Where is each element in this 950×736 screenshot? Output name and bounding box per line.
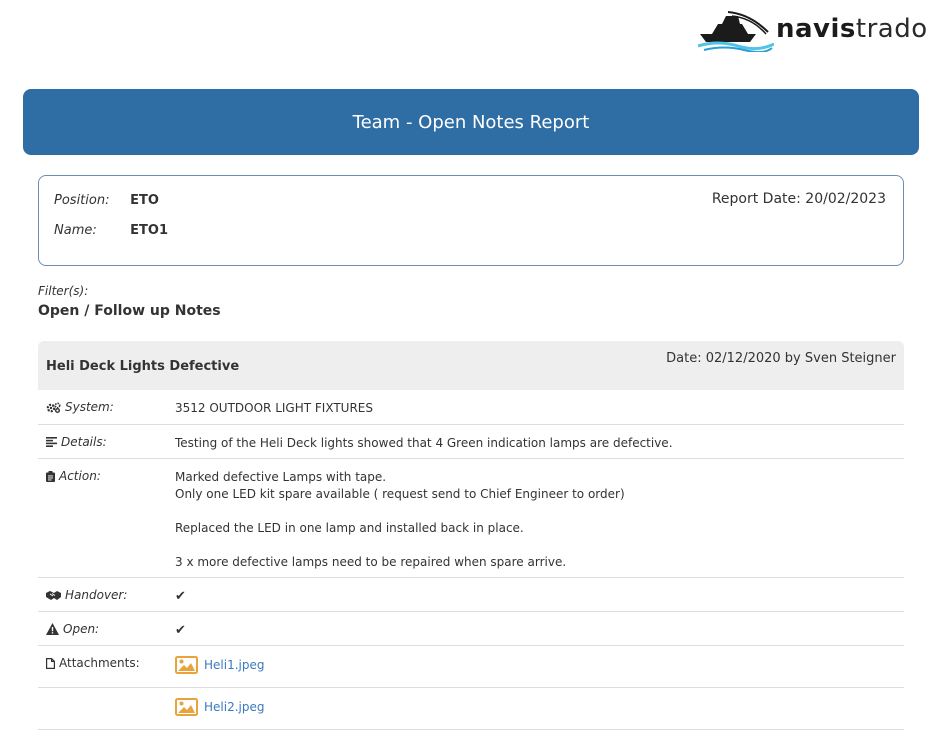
filter-value: Open / Follow up Notes xyxy=(38,303,221,319)
action-line: Only one LED kit spare available ( reque… xyxy=(175,487,625,501)
attachment-link[interactable]: Heli1.jpeg xyxy=(204,657,264,674)
file-icon xyxy=(46,657,55,669)
clipboard-icon xyxy=(46,470,55,482)
filter-label: Filter(s): xyxy=(38,284,89,298)
report-title: Team - Open Notes Report xyxy=(352,111,590,133)
name-value: ETO1 xyxy=(130,223,168,238)
details-value: Testing of the Heli Deck lights showed t… xyxy=(175,436,673,450)
report-info-box: Position: ETO Name: ETO1 Report Date: 20… xyxy=(38,175,904,266)
details-label: Details: xyxy=(61,435,107,449)
image-icon xyxy=(175,698,198,716)
system-label-cell: System: xyxy=(46,400,114,414)
attachments-label-cell: Attachments: xyxy=(46,656,140,670)
action-value: Marked defective Lamps with tape. Only o… xyxy=(175,469,625,571)
attachments-row: Attachments: Heli1.jpeg xyxy=(38,646,904,688)
image-icon xyxy=(175,656,198,674)
attachment-item[interactable]: Heli1.jpeg xyxy=(175,656,264,674)
system-label: System: xyxy=(65,400,114,414)
name-row: Name: ETO1 xyxy=(54,223,168,238)
system-row: System: 3512 OUTDOOR LIGHT FIXTURES xyxy=(38,390,904,425)
handshake-icon xyxy=(46,590,61,600)
gears-icon xyxy=(46,401,61,413)
report-date: Report Date: 20/02/2023 xyxy=(711,191,886,207)
handover-check-icon: ✔ xyxy=(175,589,186,604)
position-row: Position: ETO xyxy=(54,193,159,208)
open-row: Open: ✔ xyxy=(38,612,904,646)
position-label: Position: xyxy=(54,193,110,208)
handover-row: Handover: ✔ xyxy=(38,578,904,612)
note-header: Heli Deck Lights Defective Date: 02/12/2… xyxy=(38,341,904,390)
action-line: Replaced the LED in one lamp and install… xyxy=(175,521,524,535)
note-date: Date: 02/12/2020 by Sven Steigner xyxy=(666,351,896,366)
open-check-icon: ✔ xyxy=(175,623,186,638)
name-label: Name: xyxy=(54,223,97,238)
open-label-cell: Open: xyxy=(46,622,99,636)
details-row: Details: Testing of the Heli Deck lights… xyxy=(38,425,904,459)
attachment-link[interactable]: Heli2.jpeg xyxy=(204,699,264,716)
navistrado-logo: navistrado xyxy=(698,10,927,52)
align-left-icon xyxy=(46,437,57,447)
details-label-cell: Details: xyxy=(46,435,107,449)
ship-logo-icon xyxy=(698,11,774,52)
report-title-banner: Team - Open Notes Report xyxy=(23,89,919,155)
action-line: Marked defective Lamps with tape. xyxy=(175,470,387,484)
attachments-row: Heli2.jpeg xyxy=(38,688,904,730)
handover-label: Handover: xyxy=(65,588,128,602)
action-row: Action: Marked defective Lamps with tape… xyxy=(38,459,904,578)
attachments-label: Attachments: xyxy=(59,656,140,670)
attachment-item[interactable]: Heli2.jpeg xyxy=(175,698,264,716)
note-title: Heli Deck Lights Defective xyxy=(46,359,240,374)
action-label-cell: Action: xyxy=(46,469,101,483)
logo-wordmark: navistrado xyxy=(776,14,928,44)
system-value: 3512 OUTDOOR LIGHT FIXTURES xyxy=(175,401,373,415)
handover-label-cell: Handover: xyxy=(46,588,127,602)
action-line: 3 x more defective lamps need to be repa… xyxy=(175,555,567,569)
action-line xyxy=(175,503,625,520)
open-label: Open: xyxy=(63,622,100,636)
warning-icon xyxy=(46,623,59,635)
position-value: ETO xyxy=(130,193,159,208)
action-line xyxy=(175,537,625,554)
action-label: Action: xyxy=(59,469,101,483)
